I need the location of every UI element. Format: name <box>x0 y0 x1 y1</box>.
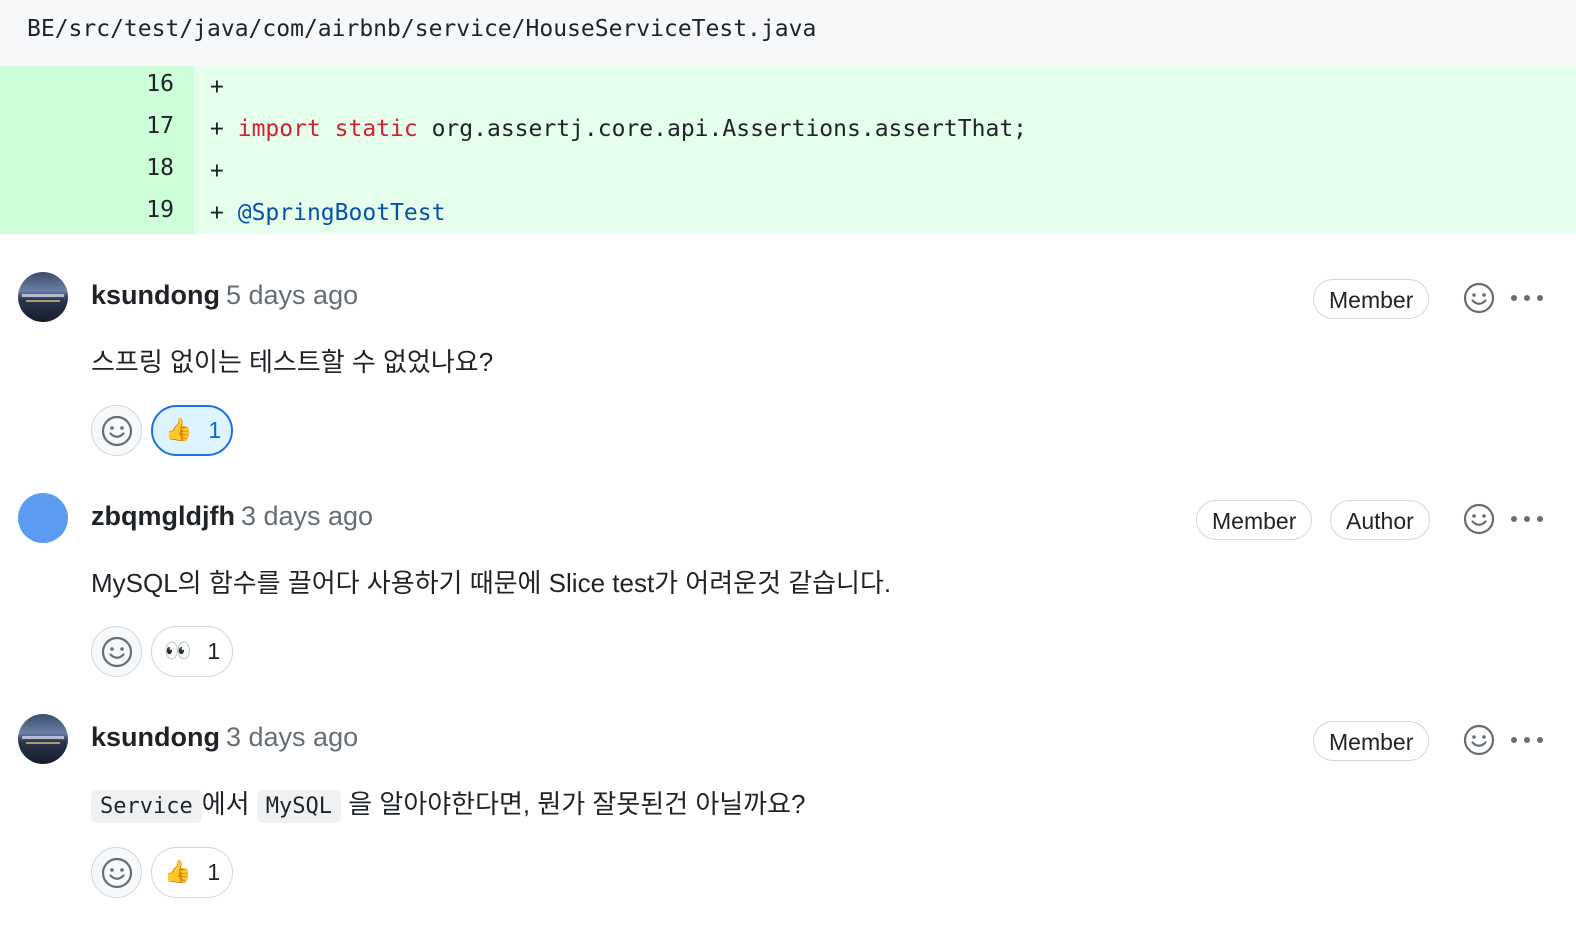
add-reaction-button[interactable] <box>91 847 142 898</box>
comment-body: MySQL의 함수를 끌어다 사용하기 때문에 Slice test가 어려운것… <box>91 568 892 598</box>
body-text: 에서 <box>201 789 257 819</box>
member-badge: Member <box>1313 279 1430 319</box>
eyes-icon: 👀 <box>164 639 192 664</box>
kebab-horizontal-icon[interactable] <box>1510 514 1544 524</box>
smiley-icon[interactable] <box>1463 503 1495 535</box>
timestamp[interactable]: 3 days ago <box>241 501 373 531</box>
code-annotation: @SpringBootTest <box>237 200 446 226</box>
reaction-count: 1 <box>207 638 221 664</box>
add-reaction-button[interactable] <box>91 626 142 677</box>
add-reaction-button[interactable] <box>91 405 142 456</box>
avatar[interactable] <box>18 493 68 543</box>
file-path: BE/src/test/java/com/airbnb/service/Hous… <box>27 16 817 42</box>
smiley-icon <box>101 857 132 888</box>
avatar[interactable] <box>18 714 68 764</box>
thumbs-up-icon: 👍 <box>165 418 193 443</box>
diff-hunk: 16 + 17 + import static org.assertj.core… <box>0 66 1576 234</box>
smiley-icon[interactable] <box>1463 282 1495 314</box>
diff-line: 16 + <box>0 66 1576 108</box>
code-line: + @SpringBootTest <box>194 192 1576 234</box>
code-line: + <box>194 150 1576 192</box>
avatar[interactable] <box>18 272 68 322</box>
code-line: + <box>194 66 1576 108</box>
member-badge: Member <box>1313 721 1430 761</box>
author-name[interactable]: zbqmgldjfh <box>91 501 235 531</box>
timestamp[interactable]: 5 days ago <box>226 280 358 310</box>
thumbs-up-icon: 👍 <box>164 860 192 885</box>
reaction-count: 1 <box>207 859 221 885</box>
inline-code: MySQL <box>256 790 342 823</box>
code-keyword: import static <box>237 116 418 142</box>
kebab-horizontal-icon[interactable] <box>1510 735 1544 745</box>
file-path-header[interactable]: BE/src/test/java/com/airbnb/service/Hous… <box>0 0 1576 66</box>
diff-line: 19 + @SpringBootTest <box>0 192 1576 234</box>
line-number[interactable]: 19 <box>0 192 194 234</box>
author-name[interactable]: ksundong <box>91 722 220 752</box>
line-number[interactable]: 17 <box>0 108 194 150</box>
code-text: org.assertj.core.api.Assertions.assertTh… <box>417 116 1028 142</box>
reaction-count: 1 <box>208 417 222 443</box>
reaction-eyes[interactable]: 👀 1 <box>151 626 233 677</box>
reaction-thumbs-up[interactable]: 👍 1 <box>151 405 233 456</box>
code-line: + import static org.assertj.core.api.Ass… <box>194 108 1576 150</box>
smiley-icon <box>101 415 132 446</box>
line-number[interactable]: 16 <box>0 66 194 108</box>
smiley-icon[interactable] <box>1463 724 1495 756</box>
smiley-icon <box>101 636 132 667</box>
comment-body: Service 에서 MySQL 을 알아야한다면, 뭔가 잘못된건 아닐까요? <box>91 784 806 823</box>
author-badge: Author <box>1330 500 1430 540</box>
kebab-horizontal-icon[interactable] <box>1510 293 1544 303</box>
line-number[interactable]: 18 <box>0 150 194 192</box>
diff-line: 17 + import static org.assertj.core.api.… <box>0 108 1576 150</box>
author-name[interactable]: ksundong <box>91 280 220 310</box>
inline-code: Service <box>91 790 202 823</box>
timestamp[interactable]: 3 days ago <box>226 722 358 752</box>
member-badge: Member <box>1196 500 1313 540</box>
body-text: 을 알아야한다면, 뭔가 잘못된건 아닐까요? <box>341 789 806 819</box>
comment-body: 스프링 없이는 테스트할 수 없었나요? <box>91 347 494 377</box>
reaction-thumbs-up[interactable]: 👍 1 <box>151 847 233 898</box>
diff-line: 18 + <box>0 150 1576 192</box>
